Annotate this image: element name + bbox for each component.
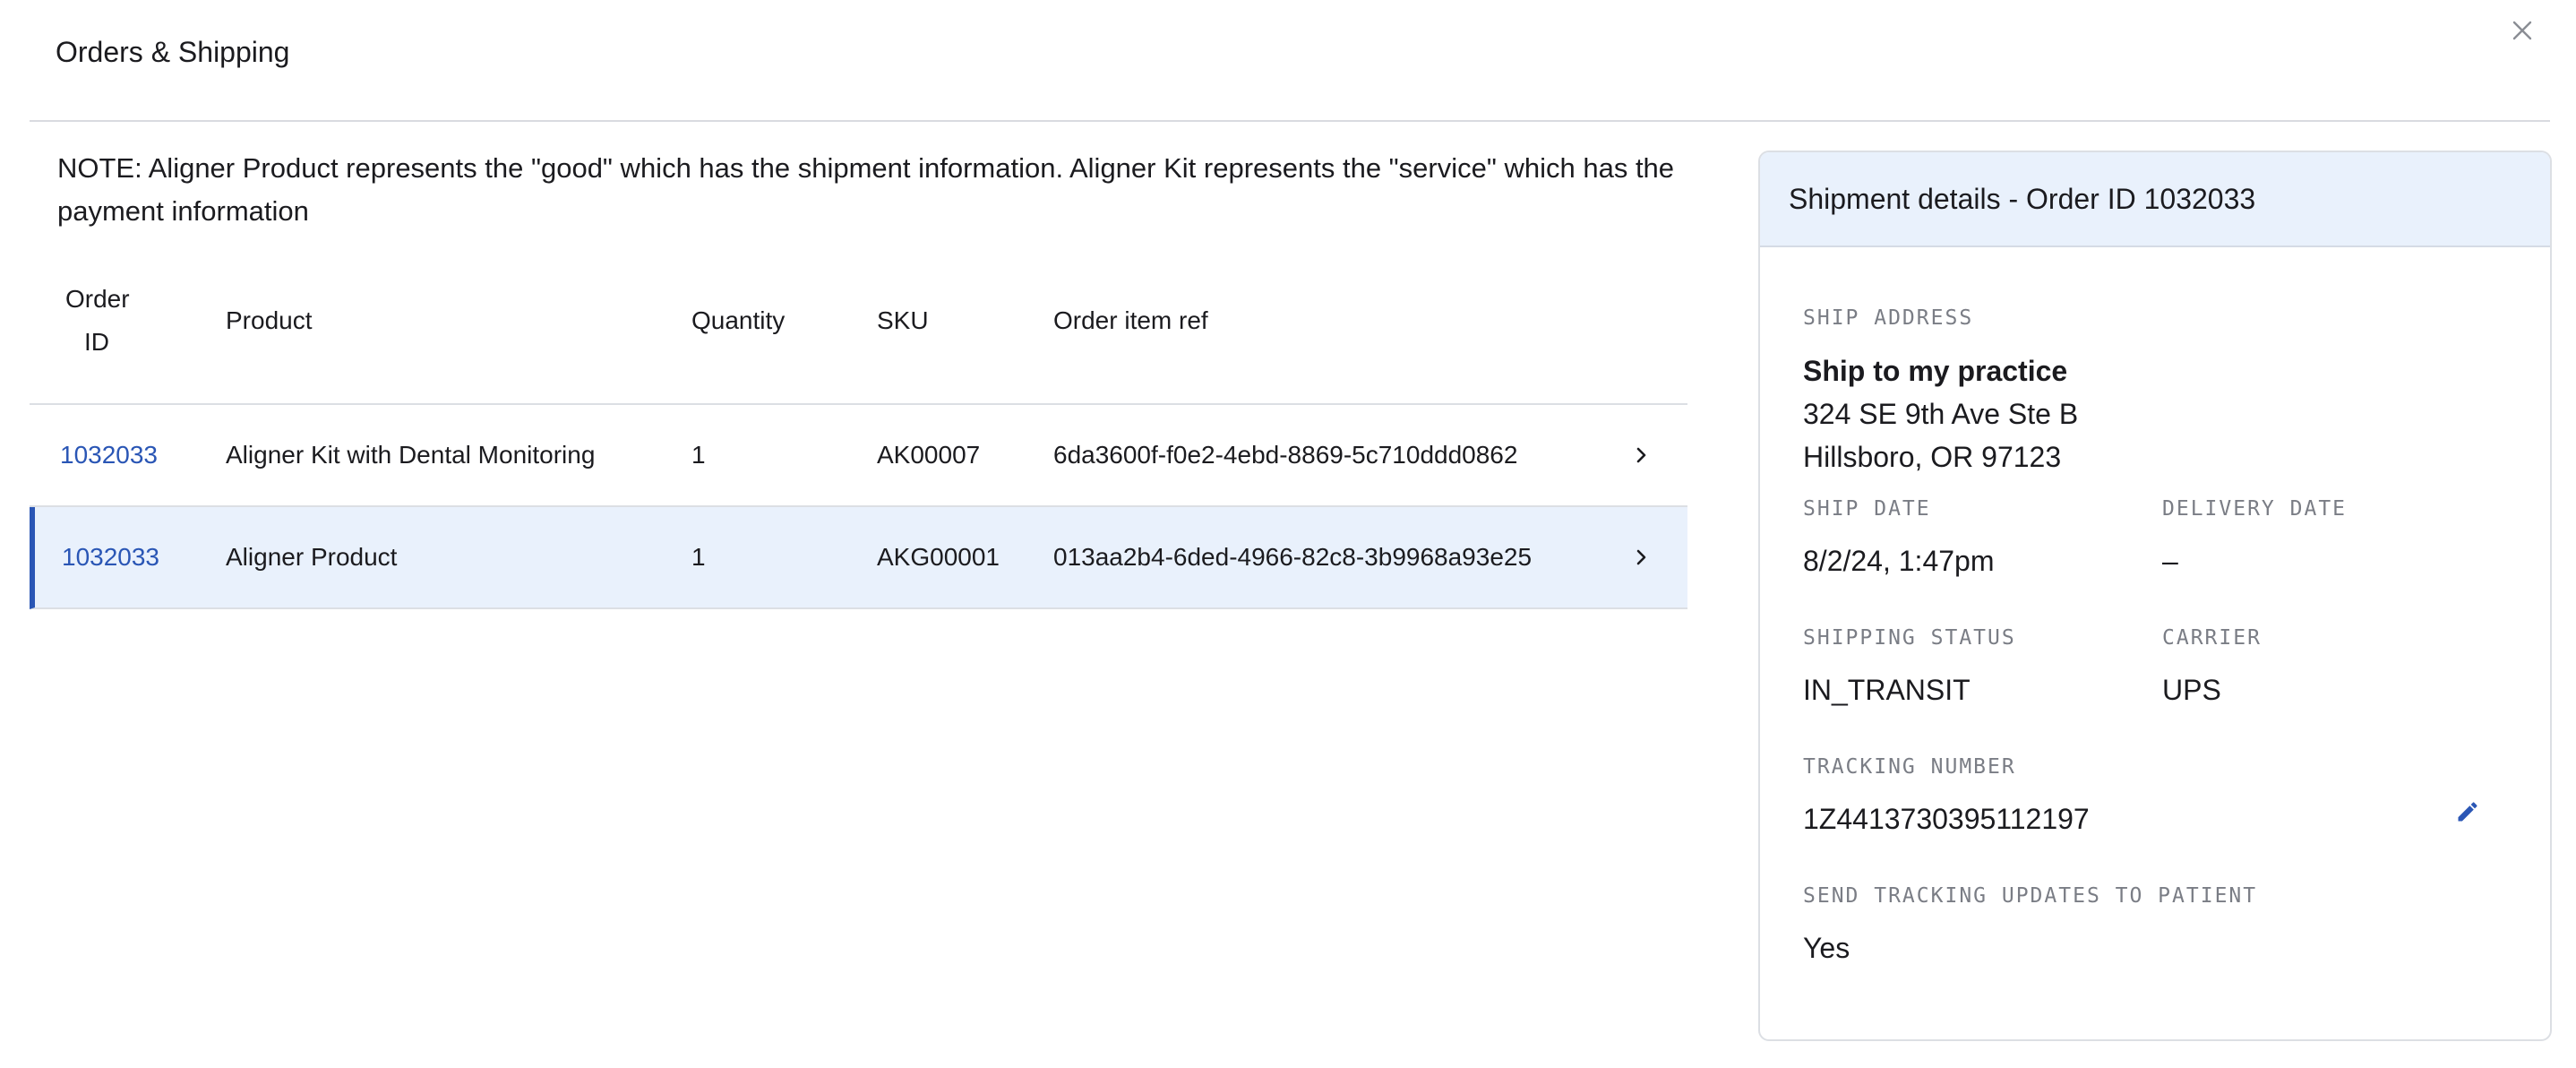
chevron-right-icon — [1636, 549, 1646, 565]
ship-address-line1: 324 SE 9th Ave Ste B — [1803, 398, 2079, 430]
carrier-label: CARRIER — [2162, 626, 2262, 650]
ship-date-value: 8/2/24, 1:47pm — [1803, 545, 1995, 577]
send-tracking-updates-label: SEND TRACKING UPDATES TO PATIENT — [1803, 884, 2258, 908]
pencil-icon — [2458, 802, 2477, 822]
carrier-value: UPS — [2162, 674, 2221, 706]
column-header-order-id: Order ID — [65, 278, 130, 364]
column-header-product: Product — [226, 306, 313, 334]
note-text: NOTE: Aligner Product represents the "go… — [57, 152, 1675, 227]
row-expand-button[interactable] — [1633, 507, 1651, 607]
row-expand-button[interactable] — [1633, 405, 1651, 505]
column-header-order-id-line1: Order — [65, 285, 130, 313]
table-row[interactable]: 1032033 Aligner Kit with Dental Monitori… — [30, 405, 1687, 507]
product-cell: Aligner Product — [226, 543, 398, 571]
ship-date-label: SHIP DATE — [1803, 497, 1931, 521]
column-header-order-item-ref: Order item ref — [1053, 306, 1208, 334]
shipment-details-header: Shipment details - Order ID 1032033 — [1760, 152, 2550, 247]
ship-address-label: SHIP ADDRESS — [1803, 306, 1974, 330]
modal-header: Orders & Shipping — [0, 0, 2576, 120]
quantity-cell: 1 — [691, 543, 706, 571]
sku-cell: AK00007 — [877, 441, 981, 469]
shipment-details-title: Shipment details - Order ID 1032033 — [1789, 183, 2256, 215]
ship-address-line2: Hillsboro, OR 97123 — [1803, 441, 2062, 473]
column-header-order-id-line2: ID — [84, 328, 109, 356]
modal-title: Orders & Shipping — [56, 36, 290, 68]
table-header-row: Order ID Product Quantity SKU Order item… — [30, 260, 1687, 405]
send-tracking-updates-value: Yes — [1803, 932, 1850, 964]
shipment-details-card: Shipment details - Order ID 1032033 SHIP… — [1758, 151, 2552, 1041]
chevron-right-icon — [1636, 447, 1646, 463]
order-item-ref-cell: 013aa2b4-6ded-4966-82c8-3b9968a93e25 — [1053, 543, 1533, 571]
sku-cell: AKG00001 — [877, 543, 1000, 571]
quantity-cell: 1 — [691, 441, 706, 469]
header-divider — [30, 120, 2550, 122]
orders-table: Order ID Product Quantity SKU Order item… — [30, 260, 1687, 609]
column-header-quantity: Quantity — [691, 306, 786, 334]
orders-shipping-modal: Orders & Shipping NOTE: Aligner Product … — [0, 0, 2576, 1068]
edit-tracking-button[interactable] — [2450, 794, 2486, 830]
order-id-link[interactable]: 1032033 — [60, 405, 158, 505]
delivery-date-label: DELIVERY DATE — [2162, 497, 2348, 521]
order-id-link[interactable]: 1032033 — [62, 507, 159, 607]
column-header-sku: SKU — [877, 306, 929, 334]
order-item-ref-cell: 6da3600f-f0e2-4ebd-8869-5c710ddd0862 — [1053, 441, 1518, 469]
ship-address-name: Ship to my practice — [1803, 355, 2068, 387]
delivery-date-value: – — [2162, 545, 2178, 577]
close-icon — [2512, 21, 2532, 40]
table-row-selected[interactable]: 1032033 Aligner Product 1 AKG00001 013aa… — [30, 507, 1687, 609]
shipping-status-value: IN_TRANSIT — [1803, 674, 1971, 706]
close-button[interactable] — [2504, 13, 2540, 48]
shipping-status-label: SHIPPING STATUS — [1803, 626, 2016, 650]
product-cell: Aligner Kit with Dental Monitoring — [226, 441, 596, 469]
tracking-number-value: 1Z4413730395112197 — [1803, 803, 2090, 835]
tracking-number-label: TRACKING NUMBER — [1803, 755, 2016, 779]
